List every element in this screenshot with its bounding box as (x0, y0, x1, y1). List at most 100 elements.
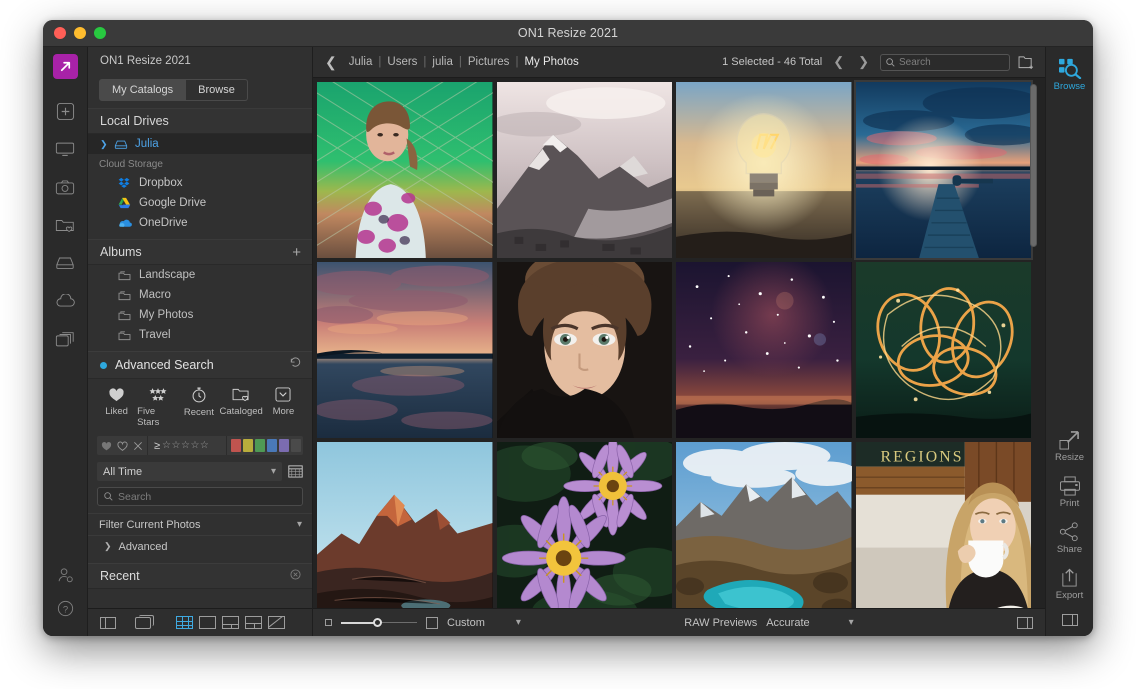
criterion-recent[interactable]: Recent (178, 387, 219, 428)
photo-cell[interactable] (317, 82, 493, 258)
right-panel-toggle-icon[interactable] (1061, 614, 1078, 636)
color-swatch-blue[interactable] (267, 439, 277, 452)
grid-scrollbar-thumb[interactable] (1030, 84, 1037, 247)
color-swatch-red[interactable] (231, 439, 241, 452)
help-icon[interactable]: ? (50, 598, 80, 628)
tab-browse[interactable]: Browse (186, 79, 248, 101)
photo-cell[interactable] (496, 442, 672, 608)
user-settings-icon[interactable] (50, 560, 80, 590)
rating-stars[interactable]: ☆☆☆☆☆ (162, 440, 209, 451)
filmstrip-icon[interactable] (135, 614, 154, 629)
rating-filter-group[interactable]: ≥ ☆☆☆☆☆ (147, 436, 226, 455)
module-resize[interactable]: Resize (1055, 430, 1084, 463)
photo-cell[interactable] (676, 442, 852, 608)
photo-cell[interactable] (676, 82, 852, 258)
breadcrumb-item-1[interactable]: Users (387, 56, 417, 68)
add-album-button[interactable]: + (292, 244, 301, 261)
reset-icon[interactable] (289, 356, 302, 374)
folder-heart-icon[interactable] (50, 210, 80, 240)
tree-item-dropbox[interactable]: Dropbox (88, 173, 312, 193)
album-item-landscape[interactable]: Landscape (88, 265, 312, 285)
photo-grid-container[interactable]: REGIONS (313, 78, 1045, 608)
chevron-down-icon[interactable]: ▾ (849, 617, 854, 628)
chevron-down-icon[interactable]: ▾ (297, 519, 302, 530)
tree-item-onedrive[interactable]: OneDrive (88, 213, 312, 233)
color-swatch-yellow[interactable] (243, 439, 253, 452)
module-print[interactable]: Print (1059, 476, 1081, 509)
module-share[interactable]: Share (1057, 522, 1082, 555)
prev-photo-button[interactable]: ❮ (830, 54, 847, 70)
new-folder-icon[interactable] (1018, 55, 1035, 69)
grid-scrollbar-track[interactable] (1030, 78, 1041, 608)
module-browse[interactable]: Browse (1054, 57, 1085, 92)
breadcrumb-item-2[interactable]: julia (432, 56, 452, 68)
local-drives-label: Local Drives (100, 114, 169, 128)
calendar-icon[interactable] (288, 464, 303, 479)
rating-operator[interactable]: ≥ (154, 440, 160, 452)
right-module-rail: Browse Resize Print Share Export (1045, 47, 1093, 636)
criterion-five-stars[interactable]: Five Stars (137, 387, 178, 428)
small-square-icon[interactable] (325, 619, 332, 626)
photo-cell-selected[interactable] (853, 80, 1033, 260)
camera-icon[interactable] (50, 172, 80, 202)
module-export[interactable]: Export (1056, 568, 1083, 601)
light-bulb-sunset-thumbnail (676, 82, 852, 258)
grid-view-icon[interactable] (176, 616, 193, 629)
criterion-more[interactable]: More (263, 387, 304, 428)
time-filter-dropdown[interactable]: All Time ▾ (97, 462, 282, 481)
focus-view-icon[interactable] (268, 616, 285, 629)
catalog-browse-tabs[interactable]: My Catalogs Browse (88, 75, 312, 108)
clear-icon[interactable] (290, 569, 301, 583)
photo-cell[interactable] (496, 82, 672, 258)
chevron-down-icon[interactable]: ▾ (516, 617, 521, 628)
search-input[interactable]: Search (880, 53, 1010, 71)
photo-cell[interactable] (317, 262, 493, 438)
breadcrumb[interactable]: Julia | Users | julia | Pictures | My Ph… (349, 56, 579, 68)
next-photo-button[interactable]: ❯ (855, 54, 872, 70)
left-panel-toggle-icon[interactable] (100, 616, 116, 629)
chevron-right-icon[interactable]: ❯ (100, 139, 108, 150)
tab-my-catalogs[interactable]: My Catalogs (99, 79, 187, 101)
chevron-right-icon[interactable]: ❯ (104, 541, 112, 552)
view-mode-label[interactable]: Custom (447, 617, 485, 629)
photo-cell[interactable]: REGIONS (855, 442, 1031, 608)
detail-view-icon[interactable] (199, 616, 216, 629)
photo-cell[interactable] (496, 262, 672, 438)
app-window: ON1 Resize 2021 ? ON1 Resize 2021 My Cat… (43, 20, 1093, 636)
advanced-search-input[interactable]: Search (97, 487, 303, 506)
raw-previews-value[interactable]: Accurate (766, 617, 809, 629)
like-filter-group[interactable] (97, 436, 147, 455)
advanced-toggle-row[interactable]: ❯ Advanced (88, 535, 312, 557)
album-item-my-photos[interactable]: My Photos (88, 305, 312, 325)
photo-cell[interactable] (317, 442, 493, 608)
thumbnail-size-slider[interactable] (341, 617, 417, 629)
breadcrumb-item-4[interactable]: My Photos (524, 56, 578, 68)
drive-icon[interactable] (50, 248, 80, 278)
compare-view-icon[interactable] (222, 616, 239, 629)
album-item-macro[interactable]: Macro (88, 285, 312, 305)
copies-icon[interactable] (50, 324, 80, 354)
criterion-liked[interactable]: Liked (96, 387, 137, 428)
breadcrumb-item-0[interactable]: Julia (349, 56, 373, 68)
chevron-down-box-icon (275, 387, 291, 402)
criterion-cataloged[interactable]: Cataloged (220, 387, 263, 428)
tree-item-julia[interactable]: ❯ Julia (88, 134, 312, 154)
breadcrumb-item-3[interactable]: Pictures (468, 56, 510, 68)
panel-toggle-icon[interactable] (1017, 616, 1034, 629)
color-swatch-none[interactable] (291, 439, 301, 452)
photo-cell[interactable] (855, 262, 1031, 438)
color-label-group[interactable] (226, 436, 303, 455)
map-view-icon[interactable] (245, 616, 262, 629)
monitor-icon[interactable] (50, 134, 80, 164)
color-swatch-purple[interactable] (279, 439, 289, 452)
large-square-icon[interactable] (426, 616, 438, 629)
color-swatch-green[interactable] (255, 439, 265, 452)
filter-current-photos-row[interactable]: Filter Current Photos ▾ (88, 513, 312, 535)
tree-item-google-drive[interactable]: Google Drive (88, 193, 312, 213)
back-button[interactable]: ❮ (321, 54, 341, 71)
photo-cell[interactable] (676, 262, 852, 438)
print-icon (1059, 476, 1080, 496)
plus-icon[interactable] (50, 96, 80, 126)
cloud-icon[interactable] (50, 286, 80, 316)
album-item-travel[interactable]: Travel (88, 325, 312, 345)
